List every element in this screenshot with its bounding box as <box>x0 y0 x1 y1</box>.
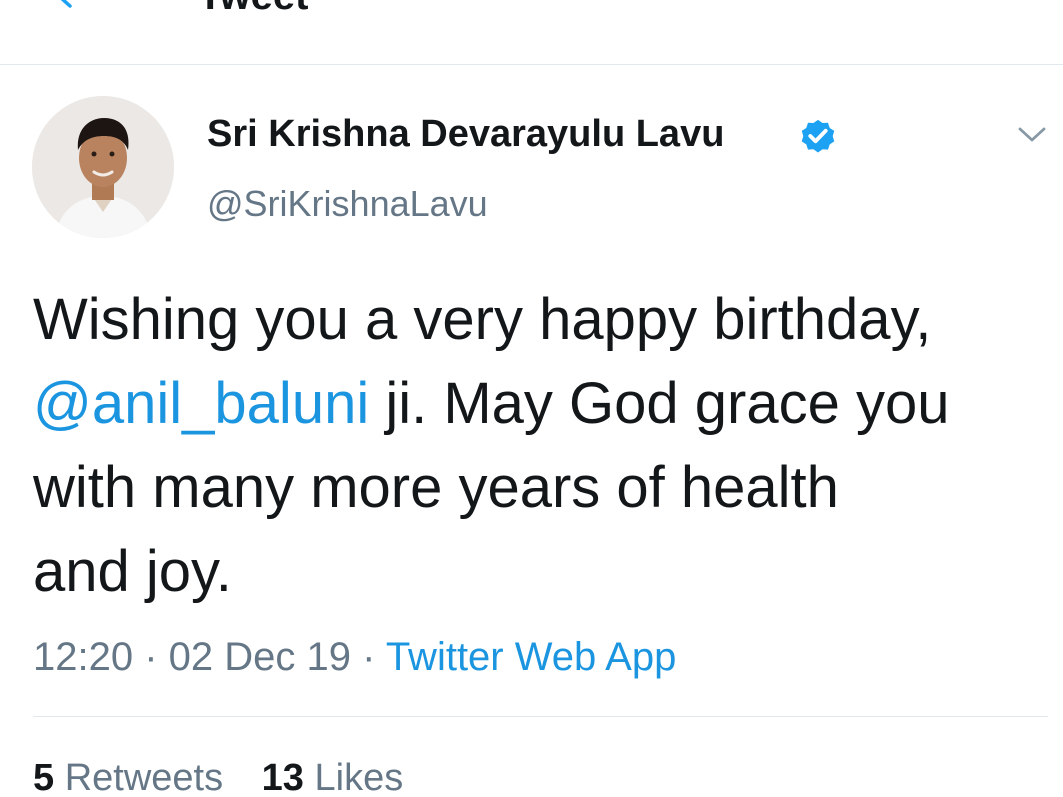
avatar-photo <box>32 96 174 238</box>
likes-count: 13 <box>261 757 304 797</box>
mention-link[interactable]: @anil_baluni <box>33 371 369 436</box>
likes-stat[interactable]: 13 Likes <box>262 755 404 797</box>
page-title: Tweet <box>198 0 308 16</box>
avatar[interactable] <box>32 96 174 238</box>
meta-separator: · <box>133 635 169 679</box>
author-display-name[interactable]: Sri Krishna Devarayulu Lavu <box>207 112 724 156</box>
back-arrow-icon[interactable] <box>50 0 80 12</box>
tweet-detail-page: Tweet Sri Krishna Devarayulu Lavu @SriKr… <box>0 0 1063 797</box>
tweet-source-link[interactable]: Twitter Web App <box>386 635 677 679</box>
tweet-text: Wishing you a very happy birthday, @anil… <box>33 278 1058 614</box>
author-handle[interactable]: @SriKrishnaLavu <box>207 182 488 226</box>
top-bar: Tweet <box>0 0 1063 65</box>
tweet-line: and joy. <box>33 539 232 604</box>
likes-label: Likes <box>314 757 404 797</box>
chevron-down-icon[interactable] <box>1017 125 1047 145</box>
retweets-label: Retweets <box>64 757 224 797</box>
verified-badge-icon <box>801 119 835 153</box>
tweet-stats: 5 Retweets 13 Likes <box>33 755 431 797</box>
divider <box>33 716 1048 717</box>
tweet-line: with many more years of health <box>33 455 839 520</box>
meta-separator: · <box>351 635 386 679</box>
tweet-text-fragment: ji. May God grace you <box>369 371 950 436</box>
tweet-line: @anil_baluni ji. May God grace you <box>33 362 1058 446</box>
tweet-meta: 12:20 · 02 Dec 19 · Twitter Web App <box>33 633 676 681</box>
tweet-time[interactable]: 12:20 <box>33 635 133 679</box>
retweets-count: 5 <box>33 757 55 797</box>
retweets-stat[interactable]: 5 Retweets <box>33 755 223 797</box>
tweet-date[interactable]: 02 Dec 19 <box>169 635 351 679</box>
tweet-line: Wishing you a very happy birthday, <box>33 287 932 352</box>
